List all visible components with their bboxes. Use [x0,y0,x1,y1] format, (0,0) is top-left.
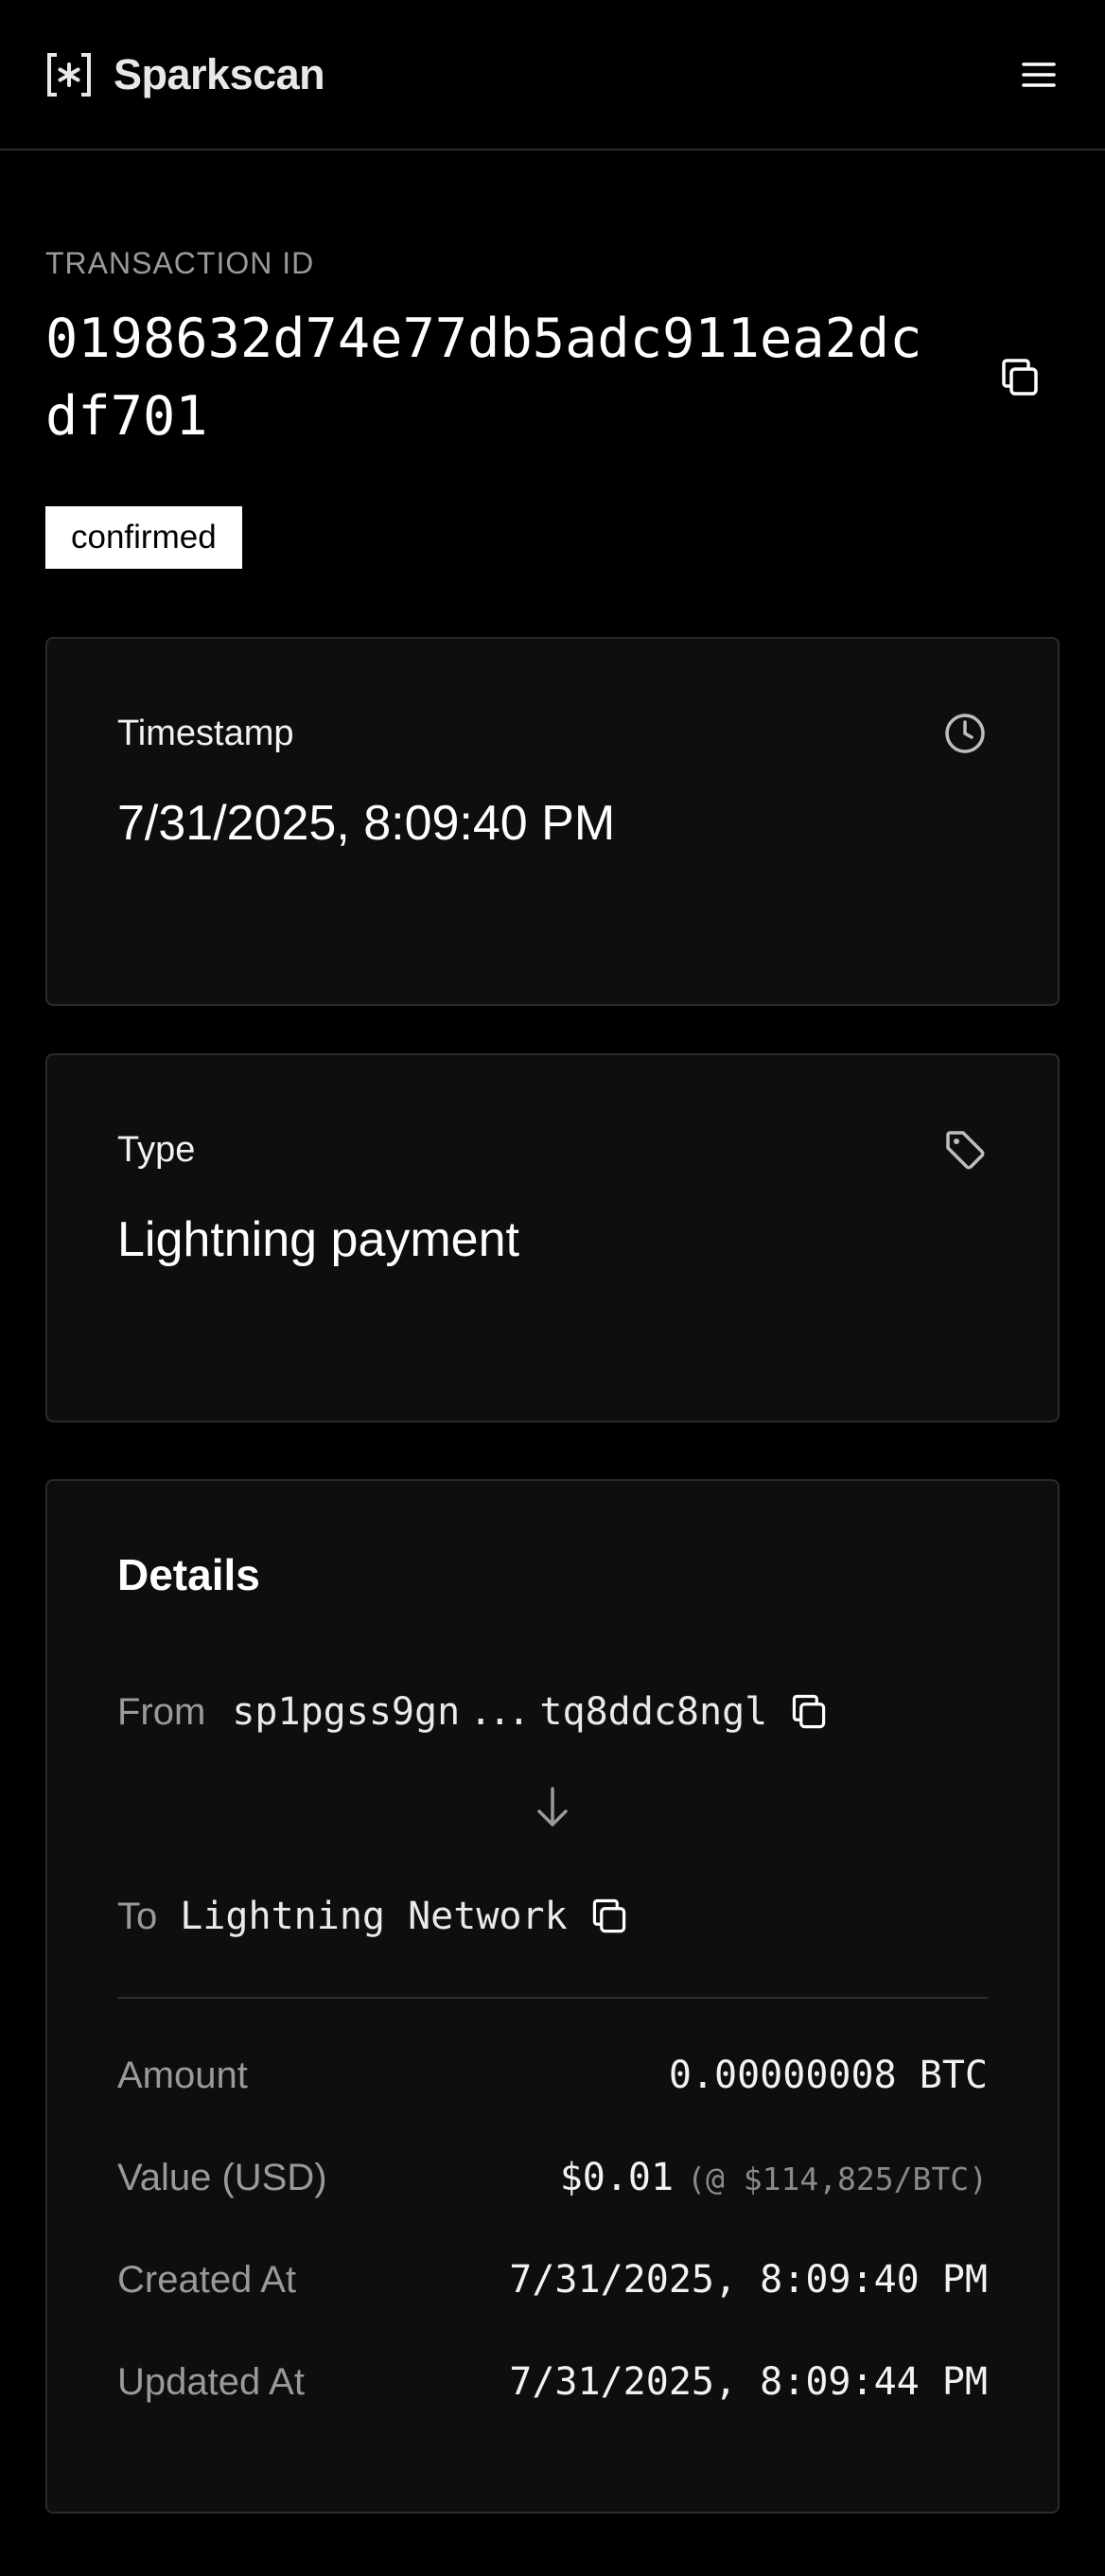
copy-to-address-button[interactable] [588,1896,630,1937]
details-divider [117,1997,988,1999]
from-address-start[interactable]: sp1pgss9gn [232,1690,460,1734]
amount-label: Amount [117,2054,248,2096]
details-card: Details From sp1pgss9gn ... tq8ddc8ngl T… [45,1479,1060,2514]
value-usd-value: $0.01 [559,2156,675,2199]
btc-price-note: (@ $114,825/BTC) [687,2161,988,2197]
type-value: Lightning payment [117,1212,519,1267]
value-usd-label: Value (USD) [117,2156,327,2198]
details-title: Details [117,1550,260,1599]
copy-icon [1002,359,1038,396]
tag-icon [946,1131,985,1170]
timestamp-value: 7/31/2025, 8:09:40 PM [117,796,616,851]
updated-at-value: 7/31/2025, 8:09:44 PM [509,2360,988,2404]
updated-at-row: Updated At 7/31/2025, 8:09:44 PM [117,2331,988,2433]
to-label: To [117,1895,158,1937]
top-nav: Sparkscan [0,0,1105,150]
to-address[interactable]: Lightning Network [180,1895,567,1938]
details-fields: Amount 0.00000008 BTC Value (USD) $0.01 … [117,2024,988,2433]
from-address-ellipsis: ... [469,1690,530,1734]
updated-at-label: Updated At [117,2360,305,2403]
amount-value: 0.00000008 BTC [668,2054,988,2097]
menu-button[interactable] [1018,54,1060,96]
flow-arrow [117,1783,988,1830]
to-row: To Lightning Network [117,1895,988,1938]
copy-transaction-id-button[interactable] [997,355,1043,400]
transaction-page: TRANSACTION ID 0198632d74e77db5adc911ea2… [0,246,1105,2514]
brand-name: Sparkscan [114,49,325,98]
transaction-id-row: 0198632d74e77db5adc911ea2dcdf701 [45,300,1060,455]
copy-icon [793,1694,826,1729]
timestamp-card: Timestamp 7/31/2025, 8:09:40 PM [45,637,1060,1006]
timestamp-card-title: Timestamp [117,713,294,753]
copy-from-address-button[interactable] [788,1691,830,1733]
brand[interactable]: Sparkscan [45,49,325,99]
from-address-end[interactable]: tq8ddc8ngl [539,1690,767,1734]
created-at-label: Created At [117,2258,297,2301]
created-at-value: 7/31/2025, 8:09:40 PM [509,2258,988,2302]
transaction-id: 0198632d74e77db5adc911ea2dcdf701 [45,308,922,448]
clock-icon [945,714,985,753]
copy-icon [592,1898,625,1933]
value-usd-group: $0.01 (@ $114,825/BTC) [560,2156,988,2199]
arrow-down-icon [537,1787,568,1826]
status-badge: confirmed [45,506,242,569]
hamburger-menu-icon [1022,62,1056,87]
created-at-row: Created At 7/31/2025, 8:09:40 PM [117,2229,988,2331]
transaction-id-label: TRANSACTION ID [45,246,315,280]
type-card: Type Lightning payment [45,1053,1060,1422]
from-label: From [117,1690,206,1733]
amount-row: Amount 0.00000008 BTC [117,2024,988,2126]
type-card-title: Type [117,1129,196,1170]
value-usd-row: Value (USD) $0.01 (@ $114,825/BTC) [117,2126,988,2229]
sparkscan-logo-icon [47,52,91,97]
from-row: From sp1pgss9gn ... tq8ddc8ngl [117,1690,988,1734]
